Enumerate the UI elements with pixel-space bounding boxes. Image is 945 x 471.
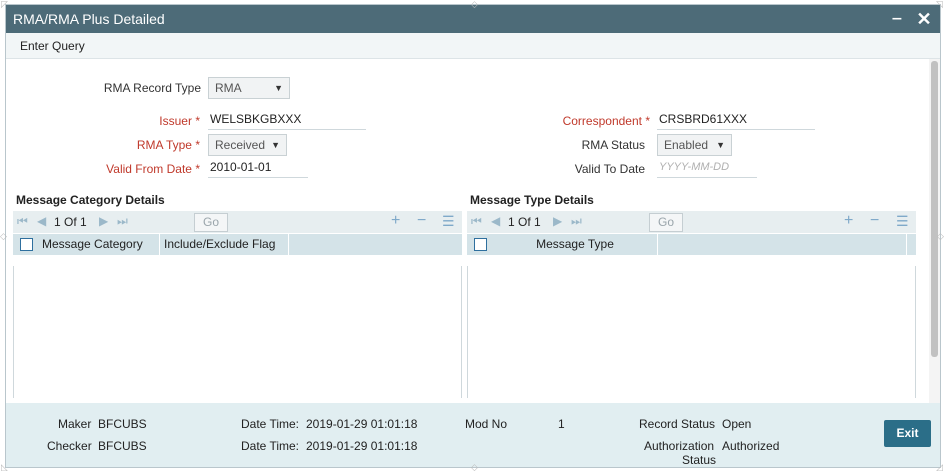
column-message-type[interactable]: Message Type: [493, 234, 658, 255]
message-type-pager: 1 Of 1: [508, 215, 541, 229]
last-page-icon[interactable]: ⏭: [117, 214, 128, 229]
chevron-down-icon: ▼: [274, 83, 283, 93]
prev-page-icon[interactable]: ◀: [491, 214, 500, 228]
exit-button[interactable]: Exit: [884, 420, 931, 447]
mod-no-value: 1: [558, 417, 565, 431]
resize-handle-top[interactable]: ◇: [471, 0, 479, 9]
rma-record-type-label: RMA Record Type: [103, 81, 201, 95]
rma-type-label-text: RMA Type: [136, 138, 192, 152]
record-status-label: Record Status: [639, 417, 716, 431]
resize-handle-left[interactable]: ◇: [0, 232, 8, 241]
first-page-icon[interactable]: ⏮: [471, 214, 482, 229]
correspondent-label: Correspondent *: [546, 114, 650, 128]
column-include-exclude-flag[interactable]: Include/Exclude Flag: [161, 234, 289, 255]
rma-type-value: Received: [215, 138, 266, 152]
valid-from-date-label: Valid From Date *: [86, 162, 200, 176]
add-row-icon[interactable]: +: [844, 212, 853, 230]
resize-handle-bottom-left[interactable]: ◺: [1, 463, 9, 471]
message-category-grid-body: [13, 266, 462, 398]
maker-datetime-value: 2019-01-29 01:01:18: [306, 417, 418, 431]
correspondent-label-text: Correspondent: [562, 114, 642, 128]
resize-handle-bottom-right[interactable]: ◿: [936, 463, 944, 471]
enter-query-button[interactable]: Enter Query: [20, 39, 85, 53]
correspondent-field[interactable]: CRSBRD61XXX: [657, 112, 815, 130]
first-page-icon[interactable]: ⏮: [17, 214, 28, 229]
column-message-category[interactable]: Message Category: [39, 234, 160, 255]
message-type-grid-body: [467, 266, 916, 398]
delete-row-icon[interactable]: −: [870, 212, 879, 230]
rma-type-required-mark: *: [195, 138, 200, 152]
rma-type-label: RMA Type *: [106, 138, 200, 152]
scrollbar-thumb[interactable]: [931, 61, 938, 357]
correspondent-required-mark: *: [645, 114, 650, 128]
resize-handle-top-right[interactable]: ◹: [936, 0, 944, 9]
rma-status-label: RMA Status: [581, 138, 645, 152]
authorization-status-label-line2: Status: [682, 453, 717, 467]
valid-from-date-field[interactable]: 2010-01-01: [208, 160, 308, 178]
message-category-pager: 1 Of 1: [54, 215, 87, 229]
rma-status-select[interactable]: Enabled ▼: [657, 134, 732, 156]
minimize-icon[interactable]: ‒: [890, 11, 904, 27]
issuer-label: Issuer *: [106, 114, 200, 128]
message-category-grid-header: Message Category Include/Exclude Flag: [13, 234, 462, 255]
list-view-icon[interactable]: ☰: [896, 213, 909, 230]
chevron-down-icon: ▼: [271, 140, 280, 150]
rma-detailed-window: RMA/RMA Plus Detailed ‒ ✕ Enter Query RM…: [5, 4, 941, 468]
select-all-checkbox[interactable]: [474, 238, 487, 251]
valid-to-date-field[interactable]: YYYY-MM-DD: [657, 160, 757, 178]
issuer-label-text: Issuer: [159, 114, 192, 128]
prev-page-icon[interactable]: ◀: [37, 214, 46, 228]
next-page-icon[interactable]: ▶: [99, 214, 108, 228]
rma-record-type-value: RMA: [215, 81, 242, 95]
record-status-value: Open: [722, 417, 752, 431]
rma-record-type-select[interactable]: RMA ▼: [208, 77, 290, 99]
close-icon[interactable]: ✕: [916, 10, 932, 28]
authorization-status-label-line1: Authorization: [644, 439, 715, 453]
valid-to-date-label: Valid To Date: [574, 162, 645, 176]
rma-form: RMA Record Type RMA ▼ Issuer * WELSBKGBX…: [6, 59, 931, 404]
resize-handle-bottom[interactable]: ◇: [471, 463, 479, 471]
resize-handle-top-left[interactable]: ◸: [1, 0, 9, 9]
next-page-icon[interactable]: ▶: [553, 214, 562, 228]
checker-datetime-value: 2019-01-29 01:01:18: [306, 439, 418, 453]
message-category-title: Message Category Details: [16, 193, 165, 207]
message-type-grid-header: Message Type: [467, 234, 916, 255]
maker-label: Maker: [58, 417, 92, 431]
rma-type-select[interactable]: Received ▼: [208, 134, 287, 156]
checker-datetime-label: Date Time:: [241, 439, 300, 453]
rma-status-value: Enabled: [664, 138, 709, 152]
chevron-down-icon: ▼: [716, 140, 725, 150]
message-category-go-button[interactable]: Go: [194, 213, 228, 232]
add-row-icon[interactable]: +: [391, 212, 400, 230]
issuer-required-mark: *: [195, 114, 200, 128]
list-view-icon[interactable]: ☰: [442, 213, 455, 230]
audit-footer: Maker BFCUBS Checker BFCUBS Date Time: 2…: [6, 403, 940, 467]
resize-handle-right[interactable]: ◇: [937, 232, 945, 241]
mod-no-label: Mod No: [465, 417, 508, 431]
action-toolbar: Enter Query: [6, 33, 940, 59]
valid-from-date-required-mark: *: [195, 162, 200, 176]
message-category-grid-toolbar: ⏮ ◀ 1 Of 1 ▶ ⏭ Go + − ☰: [13, 211, 462, 233]
window-title: RMA/RMA Plus Detailed: [13, 11, 165, 27]
message-type-go-button[interactable]: Go: [649, 213, 683, 232]
maker-value: BFCUBS: [98, 417, 147, 431]
column-empty: [659, 234, 907, 255]
checker-value: BFCUBS: [98, 439, 147, 453]
message-type-title: Message Type Details: [470, 193, 594, 207]
valid-from-date-label-text: Valid From Date: [106, 162, 192, 176]
last-page-icon[interactable]: ⏭: [571, 214, 582, 229]
authorization-status-value: Authorized: [722, 439, 780, 453]
title-bar: RMA/RMA Plus Detailed ‒ ✕: [6, 5, 940, 33]
checker-label: Checker: [47, 439, 92, 453]
message-type-grid-toolbar: ⏮ ◀ 1 Of 1 ▶ ⏭ Go + − ☰: [467, 211, 916, 233]
delete-row-icon[interactable]: −: [417, 212, 426, 230]
select-all-checkbox[interactable]: [20, 238, 33, 251]
issuer-field[interactable]: WELSBKGBXXX: [208, 112, 366, 130]
maker-datetime-label: Date Time:: [241, 417, 300, 431]
